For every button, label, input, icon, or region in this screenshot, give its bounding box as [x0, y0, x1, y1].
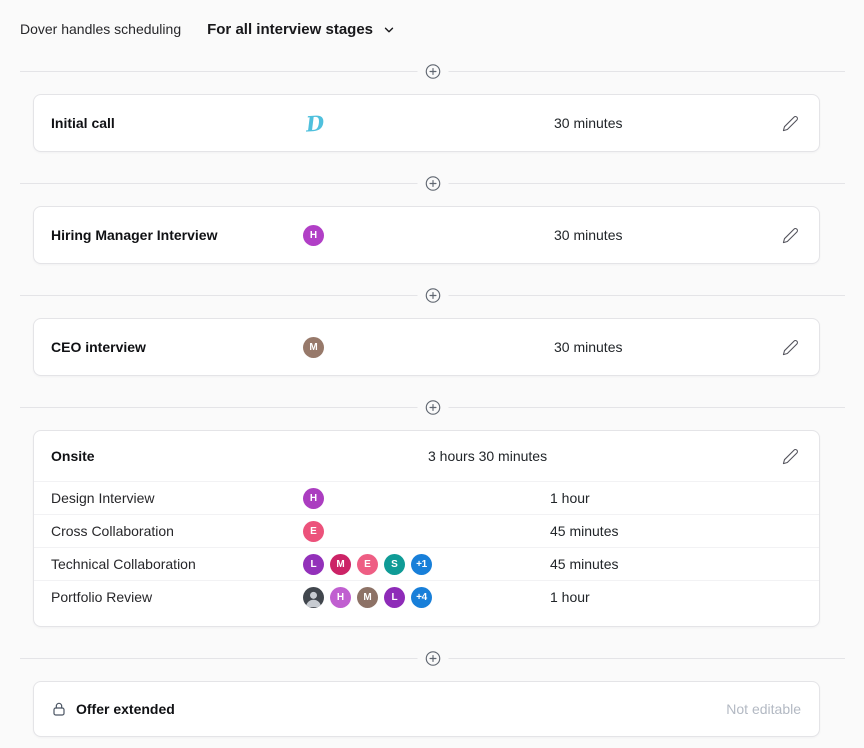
- stage-row: CEO interview M 30 minutes: [34, 319, 819, 375]
- substage-duration: 45 minutes: [550, 556, 801, 572]
- stage-title: Onsite: [51, 448, 428, 464]
- stage-duration: 30 minutes: [554, 339, 780, 355]
- interviewer-avatars: H: [303, 225, 554, 246]
- stage-filter-value: For all interview stages: [207, 21, 373, 38]
- pencil-icon: [782, 227, 799, 244]
- plus-circle-icon: [424, 650, 441, 667]
- plus-circle-icon: [424, 175, 441, 192]
- edit-stage-button[interactable]: [780, 225, 801, 246]
- edit-stage-button[interactable]: [780, 446, 801, 467]
- add-stage-divider: [20, 63, 845, 79]
- stage-duration: 30 minutes: [554, 115, 780, 131]
- avatar: S: [384, 554, 405, 575]
- stage-title: Hiring Manager Interview: [51, 227, 303, 243]
- substage-title: Design Interview: [51, 490, 303, 506]
- stage-title: Offer extended: [76, 701, 175, 717]
- stage-card-initial-call: Initial call D 30 minutes: [33, 94, 820, 152]
- stage-duration: 30 minutes: [554, 227, 780, 243]
- stage-duration: 3 hours 30 minutes: [428, 448, 780, 464]
- stage-card-hiring-manager-interview: Hiring Manager Interview H 30 minutes: [33, 206, 820, 264]
- pencil-icon: [782, 115, 799, 132]
- avatar: H: [303, 225, 324, 246]
- substage-row-cross-collaboration: Cross Collaboration E 45 minutes: [34, 514, 819, 547]
- add-stage-button[interactable]: [424, 175, 441, 192]
- add-stage-divider: [20, 650, 845, 666]
- header: Dover handles scheduling For all intervi…: [0, 0, 864, 40]
- interviewer-avatars: H: [303, 488, 550, 509]
- substage-row-design-interview: Design Interview H 1 hour: [34, 481, 819, 514]
- interviewer-avatars: M: [303, 337, 554, 358]
- interviewer-avatars: L M E S +1: [303, 554, 550, 575]
- stage-row: Onsite 3 hours 30 minutes: [34, 431, 819, 481]
- stage-row: Offer extended Not editable: [34, 682, 819, 736]
- pencil-icon: [782, 339, 799, 356]
- substage-title: Technical Collaboration: [51, 556, 303, 572]
- avatar: M: [303, 337, 324, 358]
- substage-duration: 1 hour: [550, 490, 801, 506]
- substage-title: Portfolio Review: [51, 589, 303, 605]
- scheduling-panel: Dover handles scheduling For all intervi…: [0, 0, 864, 748]
- plus-circle-icon: [424, 63, 441, 80]
- add-stage-button[interactable]: [424, 650, 441, 667]
- avatar: M: [357, 587, 378, 608]
- substage-duration: 45 minutes: [550, 523, 801, 539]
- stage-card-offer-extended: Offer extended Not editable: [33, 681, 820, 737]
- substage-duration: 1 hour: [550, 589, 801, 605]
- stage-title: Initial call: [51, 115, 303, 131]
- avatar-overflow-badge: +1: [411, 554, 432, 575]
- stage-card-onsite: Onsite 3 hours 30 minutes Design Intervi…: [33, 430, 820, 627]
- avatar: L: [384, 587, 405, 608]
- header-label: Dover handles scheduling: [20, 21, 181, 37]
- interviewer-avatars: E: [303, 521, 550, 542]
- plus-circle-icon: [424, 287, 441, 304]
- add-stage-divider: [20, 175, 845, 191]
- avatar-overflow-badge: +4: [411, 587, 432, 608]
- avatar: E: [303, 521, 324, 542]
- pencil-icon: [782, 448, 799, 465]
- avatar: E: [357, 554, 378, 575]
- stage-card-ceo-interview: CEO interview M 30 minutes: [33, 318, 820, 376]
- person-icon: [303, 587, 324, 608]
- avatar: L: [303, 554, 324, 575]
- substage-row-technical-collaboration: Technical Collaboration L M E S +1 45 mi…: [34, 547, 819, 580]
- add-stage-button[interactable]: [424, 287, 441, 304]
- add-stage-button[interactable]: [424, 63, 441, 80]
- lock-icon: [51, 701, 67, 717]
- avatar: H: [303, 488, 324, 509]
- substage-title: Cross Collaboration: [51, 523, 303, 539]
- interviewer-avatars: D: [303, 113, 554, 134]
- stage-filter-dropdown[interactable]: For all interview stages: [207, 21, 396, 38]
- chevron-down-icon: [382, 23, 396, 37]
- edit-stage-button[interactable]: [780, 337, 801, 358]
- add-stage-divider: [20, 287, 845, 303]
- stage-title: CEO interview: [51, 339, 303, 355]
- substage-row-portfolio-review: Portfolio Review H M L +4 1 hour: [34, 580, 819, 613]
- stage-row: Initial call D 30 minutes: [34, 95, 819, 151]
- stage-row: Hiring Manager Interview H 30 minutes: [34, 207, 819, 263]
- photo-avatar: [303, 587, 324, 608]
- not-editable-label: Not editable: [726, 701, 801, 717]
- interviewer-avatars: H M L +4: [303, 587, 550, 608]
- edit-stage-button[interactable]: [780, 113, 801, 134]
- dover-logo-icon: D: [305, 112, 325, 134]
- avatar: M: [330, 554, 351, 575]
- add-stage-divider: [20, 399, 845, 415]
- add-stage-button[interactable]: [424, 399, 441, 416]
- plus-circle-icon: [424, 399, 441, 416]
- avatar: H: [330, 587, 351, 608]
